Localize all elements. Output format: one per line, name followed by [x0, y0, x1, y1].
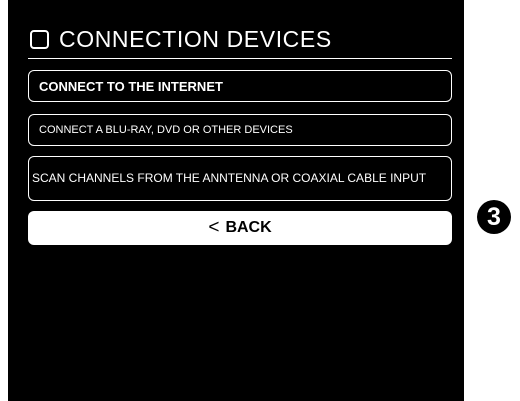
connect-internet-option[interactable]: CONNECT TO THE INTERNET — [28, 70, 452, 102]
option-label: SCAN CHANNELS FROM THE ANNTENNA OR COAXI… — [32, 171, 427, 185]
header: CONNECTION DEVICES — [30, 25, 454, 53]
option-label: CONNECT TO THE INTERNET — [39, 78, 223, 94]
tv-screen: CONNECTION DEVICES CONNECT TO THE INTERN… — [8, 0, 464, 401]
back-button[interactable]: < BACK — [28, 211, 452, 245]
chevron-left-icon: < — [208, 217, 220, 238]
back-label: BACK — [225, 219, 272, 236]
connect-devices-option[interactable]: CONNECT A BLU-RAY, DVD OR OTHER DEVICES — [28, 114, 452, 146]
checkbox-icon — [30, 29, 49, 49]
option-label: CONNECT A BLU-RAY, DVD OR OTHER DEVICES — [39, 124, 293, 136]
scan-channels-option[interactable]: SCAN CHANNELS FROM THE ANNTENNA OR COAXI… — [28, 156, 452, 201]
page-title: CONNECTION DEVICES — [59, 25, 332, 52]
step-number-badge: 3 — [477, 200, 511, 234]
title-divider — [28, 58, 452, 59]
